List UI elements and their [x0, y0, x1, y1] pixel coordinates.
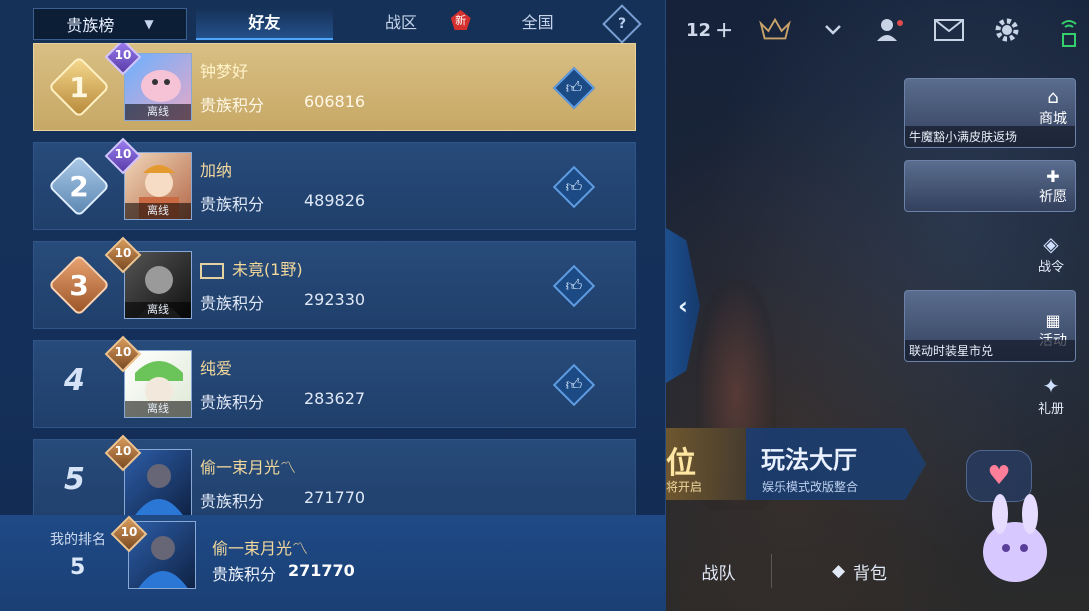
score-label: 贵族积分 [200, 294, 265, 313]
like-button[interactable]: 👍︎ [552, 165, 596, 209]
rank-emblem-icon[interactable] [759, 14, 791, 46]
ranking-row[interactable]: 1 离线 10 钟梦好 贵族积分 606816 👍︎ [33, 43, 636, 131]
ranking-row[interactable]: 2 离线 10 加纳 贵族积分 489826 👍︎ [33, 137, 636, 230]
shop-label: ⌂ 商城 [1039, 87, 1067, 127]
player-name: 纯爱 [200, 359, 233, 378]
help-icon[interactable]: ? [602, 4, 642, 44]
player-name: 钟梦好 [200, 62, 249, 81]
ranked-mode-title: 位 [666, 446, 696, 481]
score-value: 283627 [304, 389, 366, 408]
my-rank-label: 我的排名 [50, 532, 106, 548]
rank-number: 4 [64, 363, 85, 398]
rank-1-badge: 1 [47, 55, 111, 119]
leaderboard-header: 贵族榜 ▼ 好友 战区 新 全国 ? [0, 0, 666, 44]
ranking-row[interactable]: 4 离线 10 纯爱 贵族积分 283627 👍︎ [33, 335, 636, 428]
thumbs-up-icon: 👍︎ [565, 78, 583, 97]
shop-icon: ⌂ [1047, 87, 1059, 108]
ranked-mode-subtitle: 将开启 [666, 480, 703, 494]
gift-link[interactable]: ✦ 礼册 [1030, 374, 1072, 417]
tab-friends[interactable]: 好友 [196, 8, 333, 40]
plus-icon: ＋ [715, 21, 734, 42]
score-label: 贵族积分 [200, 195, 265, 214]
settings-gear-icon[interactable] [991, 14, 1023, 46]
event-caption: 联动时装星市兑 [905, 340, 1075, 361]
team-title-icon [200, 262, 224, 279]
noble-level-badge: 10 [104, 236, 142, 274]
score-label: 贵族积分 [200, 492, 265, 511]
dropdown-value: 贵族榜 [66, 16, 115, 35]
score-value: 271770 [304, 488, 366, 507]
battlepass-icon: ◈ [1043, 232, 1059, 256]
score-value: 292330 [304, 290, 366, 309]
game-hall-subtitle: 娱乐模式改版整合 [762, 480, 859, 494]
add-friend-icon[interactable] [875, 14, 907, 46]
shop-banner[interactable]: ⌂ 商城 牛魔豁小满皮肤返场 [904, 78, 1076, 148]
rank-2-badge: 2 [47, 154, 111, 218]
noble-level-badge: 10 [110, 515, 148, 553]
team-nav[interactable]: 战队 [666, 559, 771, 584]
gift-icon: ✦ [1042, 374, 1060, 398]
rank-number: 5 [64, 462, 85, 497]
game-hall-title: 玩法大厅 [761, 446, 857, 474]
score-value: 489826 [304, 191, 366, 210]
score-label: 贵族积分 [200, 393, 265, 412]
team-label: 战队 [701, 563, 736, 584]
noble-level-badge: 10 [104, 335, 142, 373]
rank-3-badge: 3 [47, 253, 111, 317]
like-button[interactable]: 👍︎ [552, 264, 596, 308]
tab-national[interactable]: 全国 [469, 8, 606, 40]
wish-icon: ✚ [1046, 167, 1060, 186]
thumbs-up-icon: 👍︎ [565, 276, 583, 295]
player-name: 未竟(1野) [200, 256, 303, 280]
wish-banner[interactable]: ✚ 祈愿 [904, 160, 1076, 212]
bag-nav[interactable]: ◆ 背包 [772, 559, 947, 584]
offline-status: 离线 [125, 104, 191, 120]
battlepass-link[interactable]: ◈ 战令 [1030, 232, 1072, 275]
event-icon: ▦ [1045, 311, 1061, 330]
offline-status: 离线 [125, 401, 191, 417]
offline-status: 离线 [125, 302, 191, 318]
my-score-value: 271770 [288, 561, 355, 580]
leaderboard-type-dropdown[interactable]: 贵族榜 ▼ [33, 8, 187, 40]
top-bar: 12 ＋ [686, 14, 1023, 46]
player-name: 偷一束月光〽 [200, 458, 297, 477]
like-button[interactable]: 👍︎ [552, 363, 596, 407]
tab-region[interactable]: 战区 新 [333, 8, 471, 40]
shop-caption: 牛魔豁小满皮肤返场 [905, 126, 1075, 147]
thumbs-up-icon: 👍︎ [565, 375, 583, 394]
chevron-down-icon: ▼ [144, 17, 154, 31]
bag-icon: ◆ [831, 561, 846, 581]
noble-level-badge: 10 [104, 434, 142, 472]
score-value: 606816 [304, 92, 366, 111]
network-signal-icon [1059, 18, 1079, 48]
ranking-list[interactable]: 1 离线 10 钟梦好 贵族积分 606816 👍︎ 2 离线 10 加纳 贵族… [33, 43, 636, 515]
mail-icon[interactable] [933, 14, 965, 46]
leaderboard-panel: 贵族榜 ▼ 好友 战区 新 全国 ? 1 离线 10 钟梦好 贵族积分 6068… [0, 0, 666, 611]
noble-level-badge: 10 [104, 43, 142, 76]
offline-status: 离线 [125, 203, 191, 219]
my-score-label: 贵族积分 [212, 565, 277, 584]
my-rank-bar: 我的排名 5 10 偷一束月光〽 贵族积分 271770 [0, 515, 666, 611]
ranked-mode-button[interactable]: 位 将开启 [666, 428, 746, 500]
my-name: 偷一束月光〽 [212, 539, 309, 558]
noble-level-badge: 10 [104, 137, 142, 175]
player-name: 加纳 [200, 161, 233, 180]
chevron-left-icon: ‹ [678, 291, 688, 320]
bag-label: 背包 [853, 563, 888, 584]
ranking-row[interactable]: 3 离线 10 未竟(1野) 贵族积分 292330 👍︎ [33, 236, 636, 329]
bottom-nav: 战队 ◆ 背包 [666, 546, 1089, 596]
thumbs-up-icon: 👍︎ [565, 177, 583, 196]
ranking-row[interactable]: 5 10 偷一束月光〽 贵族积分 271770 [33, 434, 636, 515]
my-rank-number: 5 [70, 555, 86, 580]
score-label: 贵族积分 [200, 96, 265, 115]
wish-label: ✚ 祈愿 [1039, 167, 1067, 205]
like-button[interactable]: 👍︎ [552, 66, 596, 110]
event-banner[interactable]: ▦活动 联动时装星市兑 [904, 290, 1076, 362]
scope-tabs: 好友 战区 新 全国 [196, 8, 606, 40]
friend-count[interactable]: 12 ＋ [686, 17, 733, 43]
new-badge: 新 [450, 10, 471, 30]
chevron-down-icon[interactable] [817, 14, 849, 46]
